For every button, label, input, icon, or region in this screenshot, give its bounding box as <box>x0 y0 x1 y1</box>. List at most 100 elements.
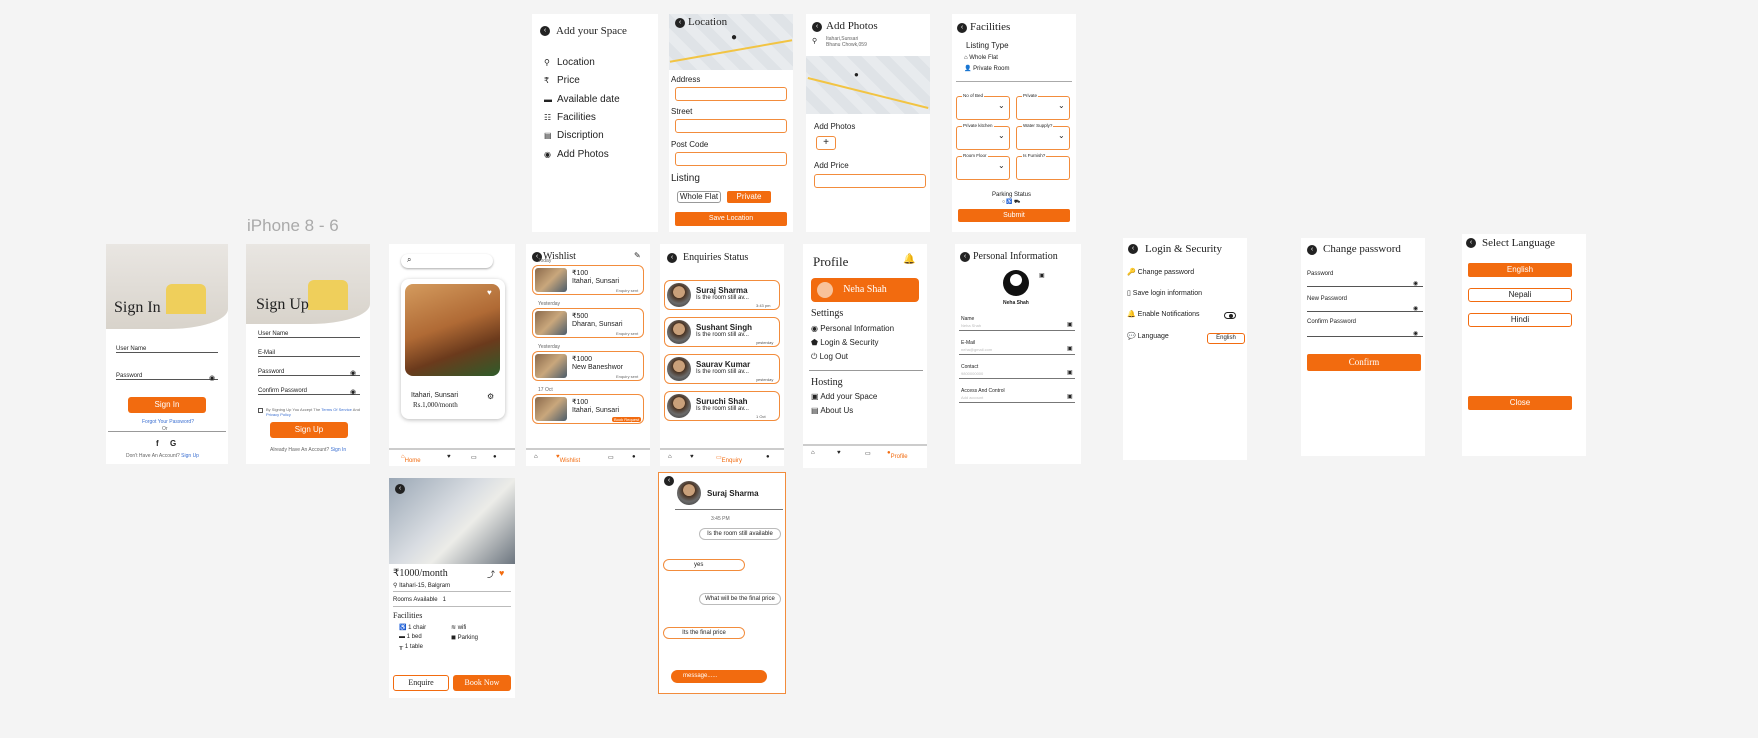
map[interactable] <box>806 56 930 114</box>
user-icon[interactable]: ● <box>493 454 497 460</box>
message-icon[interactable]: ▭ <box>471 454 477 461</box>
eye-icon[interactable]: ◉ <box>1413 330 1418 337</box>
home-icon[interactable]: ⌂ <box>534 454 538 460</box>
eye-icon[interactable]: ◉ <box>350 388 356 396</box>
chevron-down-icon[interactable]: ⌄ <box>1058 101 1065 110</box>
submit-button[interactable]: Submit <box>958 209 1070 222</box>
confirm-password-field[interactable]: Confirm Password <box>1307 319 1423 337</box>
field-value[interactable]: neha@gmail.com <box>961 347 992 352</box>
message-icon[interactable]: ▭ <box>865 450 871 457</box>
eye-icon[interactable]: ◉ <box>1413 280 1418 287</box>
menu-item-description[interactable]: Discription <box>557 130 604 141</box>
facebook-icon[interactable]: f <box>156 439 159 448</box>
back-icon[interactable]: ‹ <box>664 476 674 486</box>
save-login-item[interactable]: ▯ Save login information <box>1127 289 1202 297</box>
edit-icon[interactable]: ▣ <box>1067 345 1073 352</box>
menu-item-location[interactable]: Location <box>557 57 595 68</box>
confirm-button[interactable]: Confirm <box>1307 354 1421 371</box>
menu-item-facilities[interactable]: Facilities <box>557 112 596 123</box>
back-icon[interactable]: ‹ <box>675 18 685 28</box>
back-icon[interactable]: ‹ <box>1466 238 1476 248</box>
edit-icon[interactable]: ▣ <box>1067 393 1073 400</box>
share-icon[interactable]: ⤴ <box>487 569 495 580</box>
heart-icon[interactable]: ♥ <box>837 450 841 456</box>
edit-icon[interactable]: ✎ <box>634 251 641 260</box>
hosting-item-add-space[interactable]: ▣ Add your Space <box>811 392 877 401</box>
save-location-button[interactable]: Save Location <box>675 212 787 226</box>
terms-link[interactable]: Terms Of Service <box>321 407 352 412</box>
back-icon[interactable]: ‹ <box>540 26 550 36</box>
heart-icon[interactable]: ♥ <box>447 454 451 460</box>
username-field[interactable]: User Name <box>258 331 360 338</box>
chevron-down-icon[interactable]: ⌄ <box>998 131 1005 140</box>
private-button[interactable]: Private <box>727 191 771 203</box>
postcode-input[interactable] <box>675 152 787 166</box>
settings-item-logout[interactable]: ⏻ Log Out <box>811 352 848 362</box>
back-icon[interactable]: ‹ <box>812 22 822 32</box>
parking-icons[interactable]: ○ ♿ ⛟ <box>1002 199 1020 206</box>
back-icon[interactable]: ‹ <box>960 252 970 262</box>
nav-enquiry[interactable]: ▭ Enquiry <box>716 454 742 464</box>
enquire-button[interactable]: Enquire <box>393 675 449 691</box>
forgot-link[interactable]: Forgot Your Password? <box>142 419 194 425</box>
signin-button[interactable]: Sign In <box>128 397 206 413</box>
eye-icon[interactable]: ◉ <box>209 374 215 382</box>
hosting-item-about[interactable]: ▤ About Us <box>811 406 853 415</box>
heart-icon[interactable]: ♥ <box>487 288 492 297</box>
google-icon[interactable]: G <box>170 439 176 448</box>
signup-button[interactable]: Sign Up <box>270 422 348 438</box>
heart-icon[interactable]: ♥ <box>690 454 694 460</box>
price-input[interactable] <box>814 174 926 188</box>
private-room-option[interactable]: 👤 Private Room <box>964 65 1010 72</box>
chevron-down-icon[interactable]: ⌄ <box>1058 131 1065 140</box>
password-field[interactable]: Password <box>258 369 360 376</box>
signin-link[interactable]: Sign In <box>331 447 347 453</box>
nav-home[interactable]: ⌂ Home <box>401 454 421 464</box>
field-value[interactable]: Add account <box>961 395 983 400</box>
facility-field[interactable] <box>1016 156 1070 180</box>
signup-link[interactable]: Sign Up <box>181 453 199 459</box>
add-photo-button[interactable]: + <box>816 136 836 150</box>
eye-icon[interactable]: ◉ <box>350 369 356 377</box>
back-icon[interactable]: ‹ <box>1128 244 1138 254</box>
user-icon[interactable]: ● <box>632 454 636 460</box>
privacy-link[interactable]: Privacy Policy <box>266 412 291 417</box>
message-input[interactable]: message...... <box>671 670 767 683</box>
edit-icon[interactable]: ▣ <box>1067 369 1073 376</box>
settings-item-personal[interactable]: ◉ Personal Information <box>811 324 894 333</box>
new-password-field[interactable]: New Password <box>1307 296 1423 312</box>
confirm-password-field[interactable]: Confirm Password <box>258 388 360 395</box>
menu-item-price[interactable]: Price <box>557 75 580 86</box>
change-password-item[interactable]: 🔑 Change password <box>1127 268 1194 276</box>
language-option-nepali[interactable]: Nepali <box>1468 288 1572 302</box>
heart-icon[interactable]: ♥ <box>499 568 504 578</box>
search-bar[interactable] <box>401 254 493 268</box>
chevron-down-icon[interactable]: ⌄ <box>998 161 1005 170</box>
user-icon[interactable]: ● <box>766 454 770 460</box>
back-icon[interactable]: ‹ <box>395 484 405 494</box>
chevron-down-icon[interactable]: ⌄ <box>998 101 1005 110</box>
password-field[interactable]: Password <box>116 373 218 380</box>
language-option-hindi[interactable]: Hindi <box>1468 313 1572 327</box>
whole-flat-option[interactable]: ⌂ Whole Flat <box>964 55 998 61</box>
password-field[interactable]: Password <box>1307 271 1423 287</box>
terms-checkbox[interactable] <box>258 408 263 413</box>
message-icon[interactable]: ▭ <box>608 454 614 461</box>
edit-icon[interactable]: ▣ <box>1067 321 1073 328</box>
back-icon[interactable]: ‹ <box>1307 245 1317 255</box>
menu-item-available-date[interactable]: Available date <box>557 94 620 105</box>
field-value[interactable]: Neha Shah <box>961 323 981 328</box>
field-value[interactable]: 9800000000 <box>961 371 983 376</box>
home-icon[interactable]: ⌂ <box>811 450 815 456</box>
nav-profile[interactable]: ● Profile <box>887 450 908 460</box>
bell-icon[interactable]: 🔔 <box>903 254 915 265</box>
home-icon[interactable]: ⌂ <box>668 454 672 460</box>
street-input[interactable] <box>675 119 787 133</box>
edit-photo-icon[interactable]: ▣ <box>1039 272 1045 279</box>
nav-wishlist[interactable]: ♥ Wishlist <box>556 454 580 464</box>
address-input[interactable] <box>675 87 787 101</box>
eye-icon[interactable]: ◉ <box>1413 305 1418 312</box>
filter-icon[interactable]: ⚙ <box>487 392 494 401</box>
book-now-button[interactable]: Book Now <box>453 675 511 691</box>
settings-item-security[interactable]: ⬟ Login & Security <box>811 338 878 347</box>
